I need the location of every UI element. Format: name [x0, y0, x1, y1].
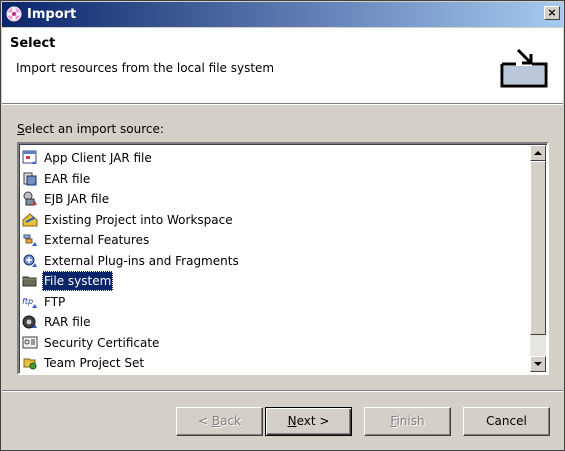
back-rest: ack — [220, 414, 241, 428]
vertical-scrollbar[interactable] — [530, 145, 546, 372]
scroll-down-button[interactable] — [530, 356, 546, 372]
item-label: External Plug-ins and Fragments — [44, 253, 239, 268]
item-label: EAR file — [44, 171, 91, 186]
back-button[interactable]: < Back — [176, 407, 263, 436]
existing-project-icon — [22, 212, 38, 226]
finish-button[interactable]: Finish — [364, 407, 451, 436]
item-label: Security Certificate — [44, 335, 160, 350]
item-label: Existing Project into Workspace — [44, 212, 233, 227]
list-item-team-project-set[interactable]: Team Project Set — [20, 353, 530, 373]
close-button[interactable]: × — [544, 6, 560, 20]
arrow-up-icon — [534, 151, 542, 155]
ftp-icon: ftp — [22, 297, 37, 308]
list-item-app-client-jar[interactable]: App Client JAR file — [20, 148, 530, 169]
rar-file-icon — [22, 315, 37, 329]
list-item-ear-file[interactable]: EAR file — [20, 169, 530, 190]
back-mnemonic: B — [211, 414, 221, 428]
arrow-down-icon — [534, 362, 542, 366]
next-mnemonic: N — [287, 414, 297, 428]
import-source-list[interactable]: App Client JAR file EAR file EJB JAR fil… — [17, 142, 549, 375]
list-item-external-features[interactable]: External Features — [20, 230, 530, 251]
list-items: App Client JAR file EAR file EJB JAR fil… — [20, 148, 530, 373]
ejb-jar-icon — [23, 191, 37, 206]
wizard-page-title: Select — [10, 36, 56, 51]
wizard-page-description: Import resources from the local file sys… — [16, 61, 275, 75]
list-item-ejb-jar[interactable]: EJB JAR file — [20, 189, 530, 210]
next-button[interactable]: Next > — [265, 407, 352, 436]
svg-text:ftp: ftp — [22, 297, 33, 306]
item-label: RAR file — [44, 315, 91, 329]
item-label: Team Project Set — [44, 356, 145, 370]
import-dialog: Import × Select Import resources from th… — [0, 0, 565, 451]
item-label: FTP — [44, 294, 66, 309]
list-item-external-plugins[interactable]: External Plug-ins and Fragments — [20, 251, 530, 272]
wizard-header: Select Import resources from the local f… — [2, 28, 563, 104]
cancel-button[interactable]: Cancel — [463, 407, 550, 436]
list-item-rar-file[interactable]: RAR file — [20, 312, 530, 333]
scroll-up-button[interactable] — [530, 145, 546, 161]
team-project-set-icon — [23, 358, 37, 370]
external-plugins-icon — [23, 254, 37, 267]
item-label: EJB JAR file — [44, 192, 110, 206]
ear-file-icon — [23, 172, 37, 185]
next-rest: ext > — [296, 414, 330, 428]
cancel-label: Cancel — [486, 414, 527, 428]
folder-icon — [22, 276, 37, 287]
item-label: External Features — [44, 233, 150, 247]
certificate-icon — [22, 336, 38, 348]
import-wizard-icon — [500, 48, 548, 88]
label-rest: elect an import source: — [24, 122, 164, 136]
eclipse-import-icon — [6, 6, 22, 22]
close-icon: × — [547, 6, 557, 19]
scroll-thumb[interactable] — [530, 161, 546, 335]
item-label: App Client JAR file — [44, 151, 152, 165]
back-pre: < — [197, 414, 212, 428]
external-features-icon — [23, 234, 37, 246]
header-separator — [2, 104, 563, 105]
item-label: File system — [42, 271, 114, 291]
list-item-security-certificate[interactable]: Security Certificate — [20, 333, 530, 354]
app-client-jar-icon — [22, 150, 37, 164]
window-title: Import — [27, 7, 77, 22]
list-item-ftp[interactable]: ftp FTP — [20, 292, 530, 313]
title-bar[interactable]: Import × — [2, 2, 563, 27]
label-mnemonic: S — [17, 122, 25, 136]
button-bar-separator-highlight — [2, 391, 563, 392]
list-item-existing-project[interactable]: Existing Project into Workspace — [20, 210, 530, 231]
list-label: Select an import source: — [17, 122, 164, 136]
list-item-file-system[interactable]: File system — [20, 271, 530, 292]
finish-rest: inish — [396, 414, 425, 428]
